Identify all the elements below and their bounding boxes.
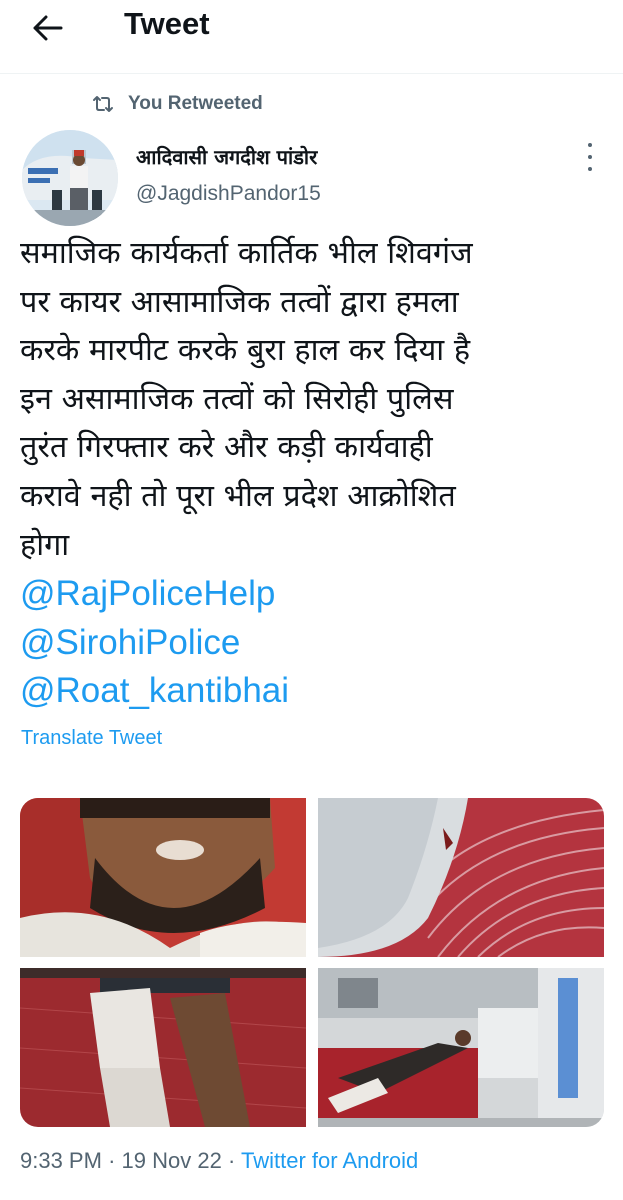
tweet-line: होगा — [20, 527, 70, 563]
author-handle[interactable]: @JagdishPandor15 — [136, 182, 321, 206]
tweet-line: समाजिक कार्यकर्ता कार्तिक भील शिवगंज — [20, 236, 473, 271]
page-title: Tweet — [124, 6, 210, 41]
tweet-line: तुरंत गिरफ्तार करे और कड़ी कार्यवाही — [20, 430, 433, 466]
media-photo[interactable] — [20, 798, 306, 957]
retweet-icon — [93, 96, 113, 112]
tweet-metadata: 9:33 PM · 19 Nov 22 · Twitter for Androi… — [20, 1148, 418, 1174]
tweet-line: करके मारपीट करके बुरा हाल कर दिया है — [20, 333, 471, 369]
translate-tweet-link[interactable]: Translate Tweet — [21, 727, 162, 750]
author-display-name[interactable]: आदिवासी जगदीश पांडोर — [136, 143, 317, 170]
more-vertical-icon — [588, 143, 592, 147]
bandaged-leg-photo — [20, 968, 306, 1127]
avatar[interactable] — [22, 130, 118, 226]
top-bar: Tweet — [0, 0, 623, 74]
media-photo[interactable] — [318, 968, 604, 1127]
tweet-time: 9:33 PM — [20, 1148, 102, 1173]
tweet-source-link[interactable]: Twitter for Android — [241, 1148, 418, 1173]
mention-link[interactable]: @Roat_kantibhai — [20, 667, 616, 716]
tweet-line: इन असामाजिक तत्वों को सिरोही पुलिस — [20, 381, 454, 417]
retweet-banner: You Retweeted — [92, 90, 263, 118]
tweet-line: पर कायर आसामाजिक तत्वों द्वारा हमला — [20, 284, 459, 320]
tweet-line: करावे नही तो पूरा भील प्रदेश आक्रोशित — [20, 478, 456, 514]
retweet-label: You Retweeted — [128, 93, 263, 114]
arrow-left-icon — [33, 15, 63, 41]
mention-link[interactable]: @RajPoliceHelp — [20, 570, 616, 619]
hospital-bed-photo — [318, 968, 604, 1127]
media-photo[interactable] — [20, 968, 306, 1127]
tweet-date: 19 Nov 22 — [121, 1148, 222, 1173]
tweet-text: समाजिक कार्यकर्ता कार्तिक भील शिवगंज पर … — [20, 230, 616, 716]
media-grid — [20, 798, 604, 1128]
injured-face-photo — [20, 798, 306, 957]
media-photo[interactable] — [318, 798, 604, 957]
mention-link[interactable]: @SirohiPolice — [20, 619, 616, 668]
separator: · — [227, 1148, 236, 1173]
separator: · — [108, 1148, 116, 1173]
avatar-image — [22, 130, 118, 226]
back-button[interactable] — [26, 8, 70, 48]
leg-wound-photo — [318, 798, 604, 957]
more-options-button[interactable] — [578, 143, 602, 171]
